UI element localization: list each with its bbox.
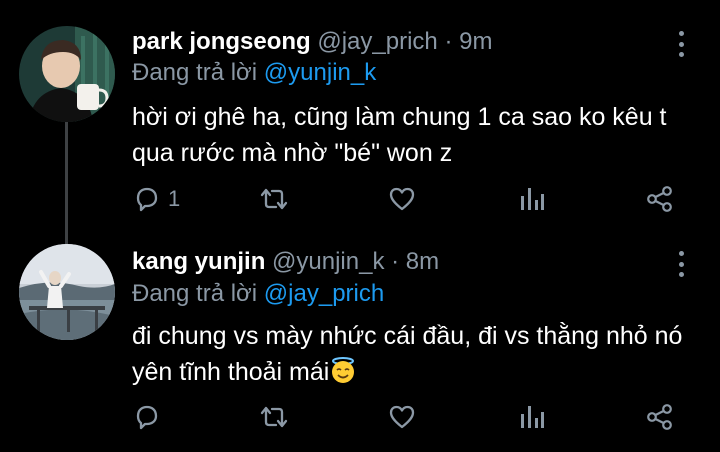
more-options-icon[interactable] bbox=[672, 251, 690, 277]
analytics-button[interactable] bbox=[518, 181, 546, 217]
separator: · bbox=[391, 248, 400, 275]
retweet-button[interactable] bbox=[258, 399, 296, 435]
avatar-image bbox=[19, 26, 115, 122]
timestamp[interactable]: 8m bbox=[406, 248, 439, 275]
tweet-header: park jongseong @jay_prich · 9m bbox=[132, 27, 492, 57]
replying-to: Đang trả lời @jay_prich bbox=[132, 279, 384, 309]
like-icon bbox=[389, 405, 415, 429]
tweet-text-container: đi chung vs mày nhức cái đầu, đi vs thằn… bbox=[132, 318, 702, 390]
author-handle[interactable]: @jay_prich bbox=[317, 28, 437, 55]
tweet-header: kang yunjin @yunjin_k · 8m bbox=[132, 247, 439, 277]
analytics-icon bbox=[521, 406, 544, 428]
avatar-image bbox=[19, 244, 115, 340]
replying-to: Đang trả lời @yunjin_k bbox=[132, 58, 376, 88]
like-icon bbox=[389, 187, 415, 211]
reply-count: 1 bbox=[168, 186, 181, 211]
share-button[interactable] bbox=[645, 181, 675, 217]
separator: · bbox=[444, 28, 453, 55]
reply-button[interactable]: 1 bbox=[132, 181, 180, 217]
author-handle[interactable]: @yunjin_k bbox=[272, 248, 384, 275]
tweet-text: đi chung vs mày nhức cái đầu, đi vs thằn… bbox=[132, 322, 683, 386]
author-name[interactable]: park jongseong bbox=[132, 28, 311, 55]
timestamp[interactable]: 9m bbox=[459, 28, 492, 55]
reply-icon bbox=[136, 187, 158, 212]
reply-button[interactable] bbox=[132, 399, 168, 435]
author-name[interactable]: kang yunjin bbox=[132, 248, 265, 275]
tweet[interactable]: kang yunjin @yunjin_k · 8m Đang trả lời … bbox=[0, 224, 720, 452]
reply-mention-link[interactable]: @yunjin_k bbox=[264, 59, 376, 86]
smiling-face-with-halo-icon bbox=[332, 357, 355, 383]
more-options-icon[interactable] bbox=[672, 31, 690, 57]
analytics-icon bbox=[521, 188, 544, 210]
timeline-feed: park jongseong @jay_prich · 9m Đang trả … bbox=[0, 0, 720, 452]
avatar[interactable] bbox=[19, 244, 115, 340]
tweet-actions: 1 bbox=[0, 181, 720, 217]
tweet[interactable]: park jongseong @jay_prich · 9m Đang trả … bbox=[0, 0, 720, 224]
retweet-icon bbox=[260, 188, 288, 210]
share-button[interactable] bbox=[645, 399, 675, 435]
avatar[interactable] bbox=[19, 26, 115, 122]
reply-icon bbox=[136, 405, 158, 430]
tweet-text: hời ơi ghê ha, cũng làm chung 1 ca sao k… bbox=[132, 103, 667, 167]
tweet-actions bbox=[0, 399, 720, 435]
replying-to-label: Đang trả lời bbox=[132, 59, 258, 86]
analytics-button[interactable] bbox=[518, 399, 546, 435]
share-icon bbox=[647, 404, 672, 430]
like-button[interactable] bbox=[387, 399, 423, 435]
reply-mention-link[interactable]: @jay_prich bbox=[264, 280, 384, 307]
like-button[interactable] bbox=[387, 181, 423, 217]
share-icon bbox=[647, 186, 672, 212]
retweet-icon bbox=[260, 406, 288, 428]
replying-to-label: Đang trả lời bbox=[132, 280, 258, 307]
retweet-button[interactable] bbox=[258, 181, 296, 217]
